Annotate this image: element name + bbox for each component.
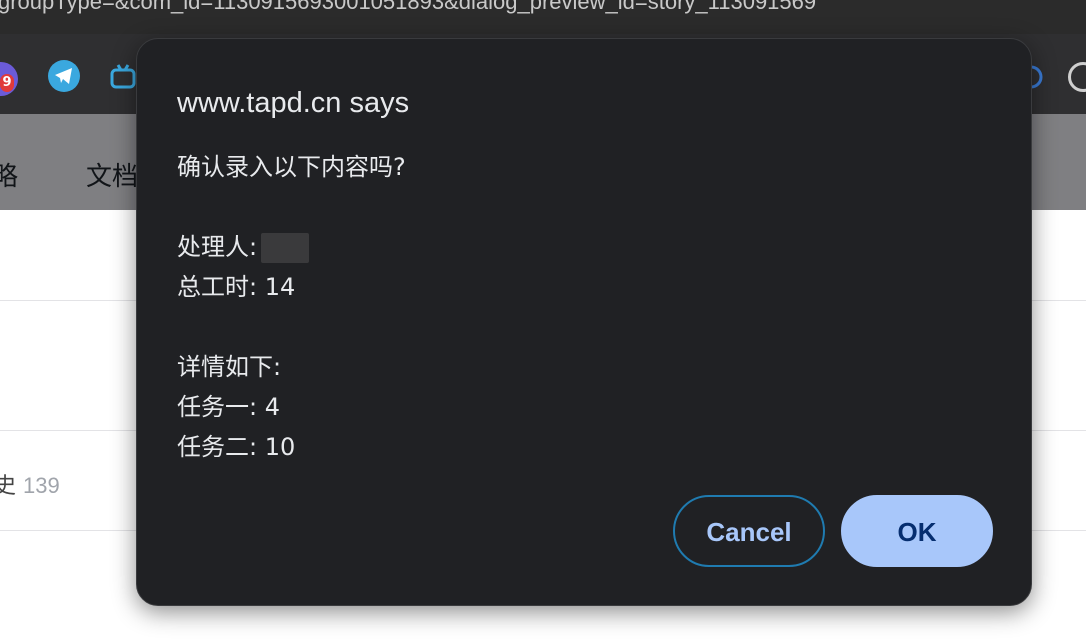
bilibili-icon[interactable]	[110, 64, 136, 90]
confirm-dialog: www.tapd.cn says 确认录入以下内容吗? 处理人: 总工时: 14…	[136, 38, 1032, 606]
notification-badge: 9	[0, 74, 14, 92]
dialog-title: www.tapd.cn says	[177, 87, 410, 119]
message-line-assignee: 处理人:	[177, 227, 406, 267]
browser-window: groupType=&com_id=1130915693001051893&di…	[0, 0, 1086, 642]
assignee-label: 处理人:	[177, 233, 258, 261]
list-item-count: 139	[23, 473, 60, 498]
nav-tab-1[interactable]: 略	[0, 156, 18, 193]
ok-button[interactable]: OK	[841, 495, 993, 567]
message-line: 确认录入以下内容吗?	[177, 153, 406, 181]
url-text: groupType=&com_id=1130915693001051893&di…	[0, 0, 817, 14]
address-bar[interactable]: groupType=&com_id=1130915693001051893&di…	[0, 0, 1086, 34]
dialog-message: 确认录入以下内容吗? 处理人: 总工时: 14 详情如下: 任务一: 4 任务二…	[177, 147, 406, 467]
redacted-name	[261, 233, 310, 263]
message-line: 任务一: 4	[177, 393, 280, 421]
cancel-button[interactable]: Cancel	[673, 495, 825, 567]
nav-tab-docs[interactable]: 文档	[86, 156, 138, 193]
list-item[interactable]: 史 139	[0, 468, 60, 500]
message-line: 总工时: 14	[177, 273, 296, 301]
list-item-label: 史	[0, 474, 17, 499]
message-line: 详情如下:	[177, 353, 282, 381]
telegram-icon[interactable]	[48, 60, 80, 92]
message-line: 任务二: 10	[177, 433, 296, 461]
